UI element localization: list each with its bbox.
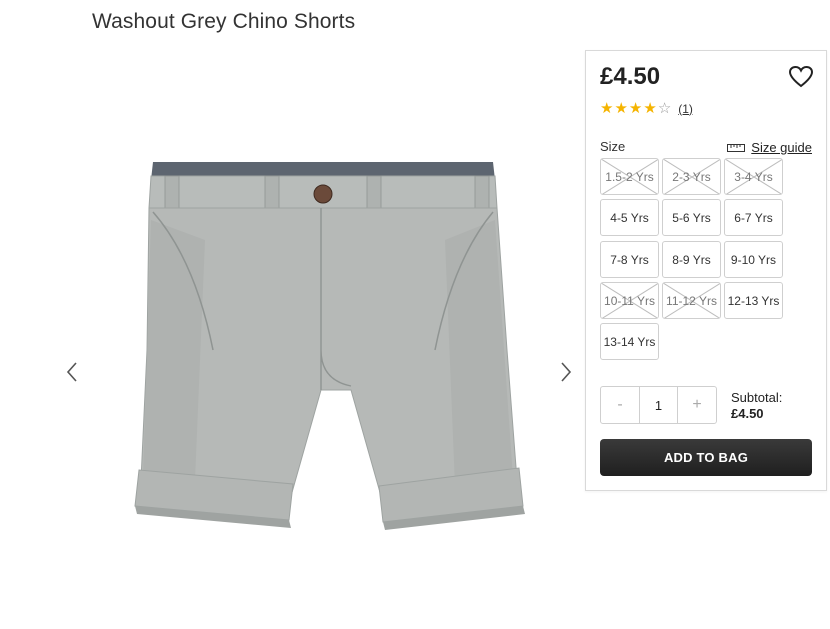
size-option[interactable]: 8-9 Yrs bbox=[662, 241, 721, 278]
size-option[interactable]: 3-4 Yrs bbox=[724, 158, 783, 195]
review-count-link[interactable]: (1) bbox=[678, 102, 693, 116]
size-option[interactable]: 12-13 Yrs bbox=[724, 282, 783, 319]
size-option[interactable]: 2-3 Yrs bbox=[662, 158, 721, 195]
product-gallery bbox=[55, 130, 595, 610]
product-image bbox=[134, 162, 525, 530]
increase-quantity-button[interactable]: + bbox=[678, 387, 716, 423]
size-label: Size bbox=[600, 139, 626, 154]
star-icon: ☆ bbox=[657, 100, 672, 117]
size-option[interactable]: 4-5 Yrs bbox=[600, 199, 659, 236]
star-icon: ★ bbox=[628, 100, 643, 117]
size-option-label: 5-6 Yrs bbox=[672, 210, 711, 225]
size-option-label: 10-11 Yrs bbox=[604, 293, 655, 308]
size-guide-label: Size guide bbox=[751, 140, 812, 155]
quantity-input[interactable] bbox=[639, 387, 678, 423]
chevron-right-icon bbox=[561, 362, 572, 382]
size-option-label: 11-12 Yrs bbox=[666, 293, 717, 308]
size-option-label: 9-10 Yrs bbox=[730, 252, 777, 267]
star-icon: ★ bbox=[614, 100, 628, 117]
size-option[interactable]: 6-7 Yrs bbox=[724, 199, 783, 236]
size-option-label: 12-13 Yrs bbox=[727, 293, 780, 308]
decrease-quantity-button[interactable]: - bbox=[601, 387, 639, 423]
size-option[interactable]: 13-14 Yrs bbox=[600, 323, 659, 360]
purchase-panel: £4.50 ★ ★ ★ ★ ☆ (1) Size Size guide 1.5-… bbox=[585, 50, 827, 491]
size-option[interactable]: 5-6 Yrs bbox=[662, 199, 721, 236]
star-icon: ★ bbox=[600, 100, 614, 117]
size-option[interactable]: 7-8 Yrs bbox=[600, 241, 659, 278]
subtotal-value: £4.50 bbox=[731, 406, 764, 421]
add-to-bag-button[interactable]: ADD TO BAG bbox=[600, 439, 812, 476]
size-option[interactable]: 10-11 Yrs bbox=[600, 282, 659, 319]
size-option-label: 3-4 Yrs bbox=[734, 169, 773, 184]
size-option[interactable]: 9-10 Yrs bbox=[724, 241, 783, 278]
product-price: £4.50 bbox=[600, 63, 661, 90]
subtotal: Subtotal: £4.50 bbox=[731, 390, 782, 422]
size-option-label: 2-3 Yrs bbox=[672, 169, 711, 184]
size-option-label: 13-14 Yrs bbox=[603, 334, 656, 349]
next-image-button[interactable] bbox=[555, 358, 577, 386]
star-icon: ★ bbox=[643, 100, 657, 117]
chevron-left-icon bbox=[66, 362, 77, 382]
heart-icon bbox=[788, 65, 814, 88]
size-guide-link[interactable]: Size guide bbox=[727, 140, 812, 155]
size-option[interactable]: 1.5-2 Yrs bbox=[600, 158, 659, 195]
size-option-label: 8-9 Yrs bbox=[672, 252, 711, 267]
star-rating: ★ ★ ★ ★ ☆ (1) bbox=[600, 101, 693, 116]
quantity-stepper: - + bbox=[600, 386, 717, 424]
size-option-label: 4-5 Yrs bbox=[610, 210, 649, 225]
subtotal-label: Subtotal: bbox=[731, 390, 783, 405]
size-option-label: 7-8 Yrs bbox=[610, 252, 649, 267]
ruler-icon bbox=[727, 143, 746, 152]
wishlist-button[interactable] bbox=[788, 65, 814, 89]
size-option-label: 1.5-2 Yrs bbox=[605, 169, 654, 184]
product-title: Washout Grey Chino Shorts bbox=[92, 10, 356, 33]
previous-image-button[interactable] bbox=[61, 358, 83, 386]
size-option[interactable]: 11-12 Yrs bbox=[662, 282, 721, 319]
size-option-label: 6-7 Yrs bbox=[734, 210, 773, 225]
